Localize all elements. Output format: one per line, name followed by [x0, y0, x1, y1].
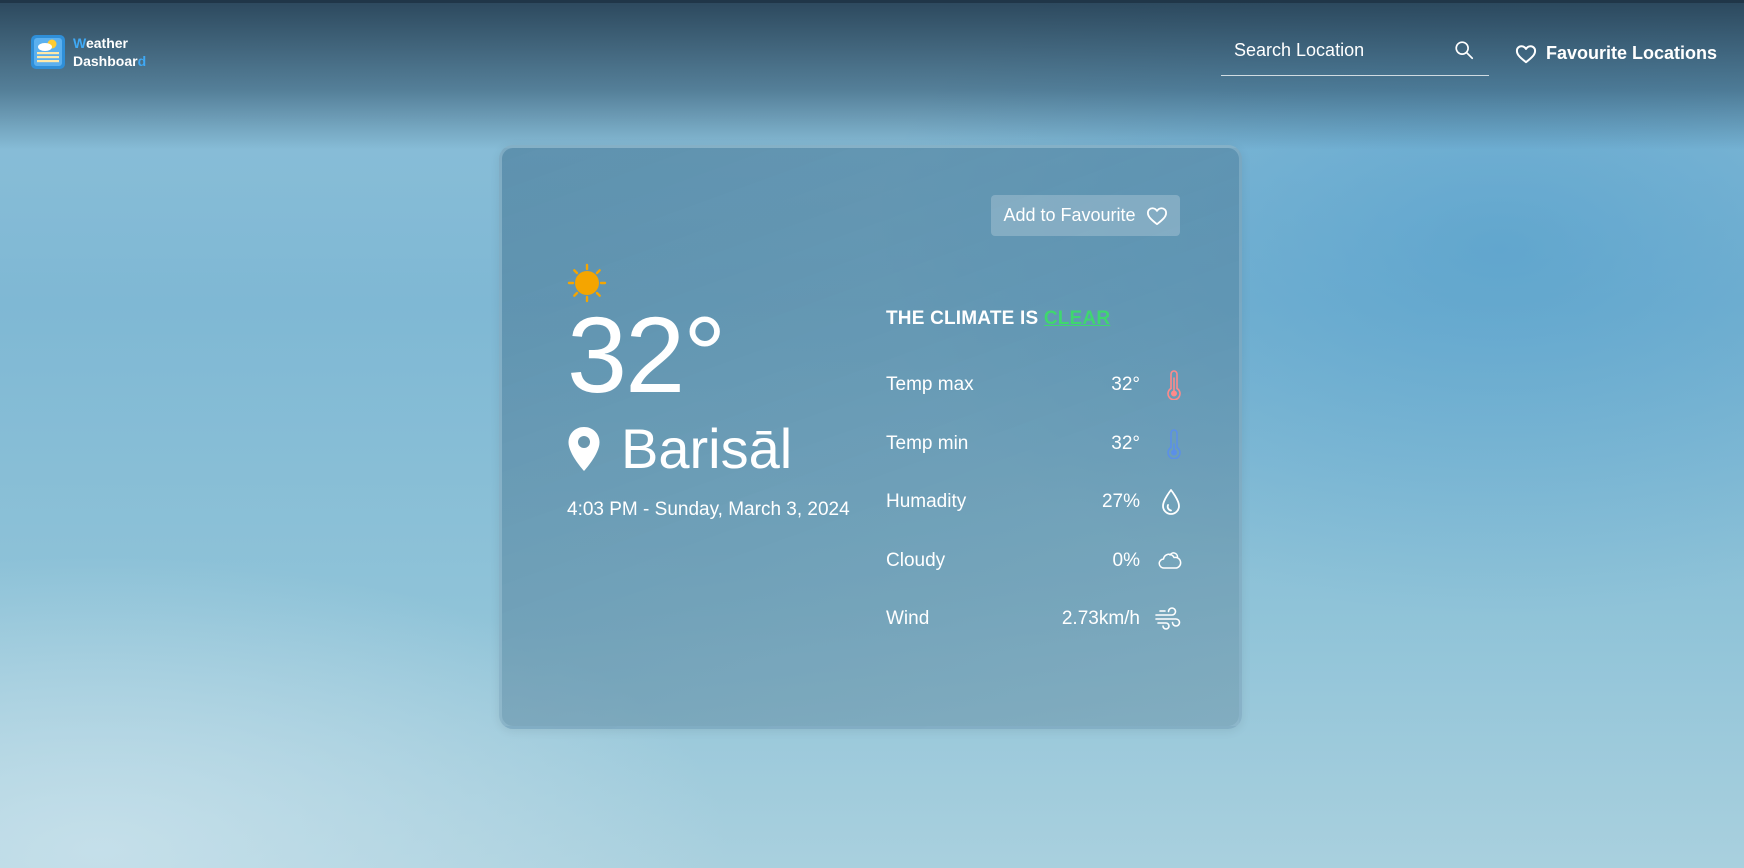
stat-label: Temp max [886, 374, 974, 396]
stat-cloudy: Cloudy 0% [886, 532, 1182, 591]
climate-prefix: THE CLIMATE IS [886, 308, 1039, 329]
date-time: 4:03 PM - Sunday, March 3, 2024 [567, 499, 850, 520]
wind-icon [1152, 602, 1182, 636]
favourite-locations-link[interactable]: Favourite Locations [1515, 43, 1717, 64]
thermometer-max-icon [1152, 368, 1182, 402]
stat-value: 32° [1111, 374, 1140, 396]
weather-card: Add to Favourite 32° Barisāl 4:03 PM - S… [499, 145, 1242, 729]
stat-label: Humadity [886, 491, 967, 513]
brand-line-1-text: eather [85, 35, 128, 51]
stat-value: 27% [1101, 491, 1140, 513]
stat-value: 32° [1111, 432, 1140, 454]
cloud-icon [1152, 544, 1182, 578]
add-to-favourite-label: Add to Favourite [1003, 205, 1136, 225]
brand-initial: W [73, 35, 86, 51]
city-name: Barisāl [621, 417, 793, 480]
climate-state: CLEAR [1043, 308, 1111, 329]
weather-details: THE CLIMATE IS CLEAR Temp max 32° Temp m… [886, 308, 1182, 649]
brand-line-1: Weather [73, 34, 146, 52]
search-icon[interactable] [1453, 39, 1475, 61]
brand-name: Weather Dashboard [73, 34, 146, 70]
current-temperature: 32° [567, 294, 726, 415]
current-weather: 32° Barisāl 4:03 PM - Sunday, March 3, 2… [567, 263, 850, 521]
stats-list: Temp max 32° Temp min 32° Humadity 27% C… [886, 356, 1182, 649]
top-bar: Weather Dashboard Favourite Locations [0, 3, 1744, 103]
location: Barisāl [567, 417, 850, 481]
heart-icon [1515, 44, 1537, 63]
brand-line-2-text: Dashboar [73, 53, 138, 69]
stat-label: Wind [886, 608, 930, 630]
climate-summary: THE CLIMATE IS CLEAR [886, 308, 1182, 330]
droplet-icon [1152, 485, 1182, 519]
add-to-favourite-button[interactable]: Add to Favourite [991, 195, 1180, 236]
thermometer-min-icon [1152, 427, 1182, 461]
brand[interactable]: Weather Dashboard [30, 33, 146, 71]
brand-final-letter: d [137, 53, 147, 69]
heart-icon [1146, 206, 1167, 225]
stat-label: Cloudy [886, 549, 946, 571]
weather-logo-icon [31, 35, 65, 69]
stat-value: 0% [1112, 549, 1140, 571]
stat-value: 2.73km/h [1061, 608, 1140, 630]
search-input[interactable] [1234, 39, 1434, 61]
stat-temp-min: Temp min 32° [886, 415, 1182, 474]
stat-humidity: Humadity 27% [886, 473, 1182, 532]
location-pin-icon [568, 427, 600, 471]
search-bar [1221, 31, 1489, 76]
stat-label: Temp min [886, 432, 969, 454]
stat-wind: Wind 2.73km/h [886, 590, 1182, 649]
brand-line-2: Dashboard [73, 52, 146, 70]
favourite-locations-label: Favourite Locations [1546, 43, 1718, 63]
stat-temp-max: Temp max 32° [886, 356, 1182, 415]
